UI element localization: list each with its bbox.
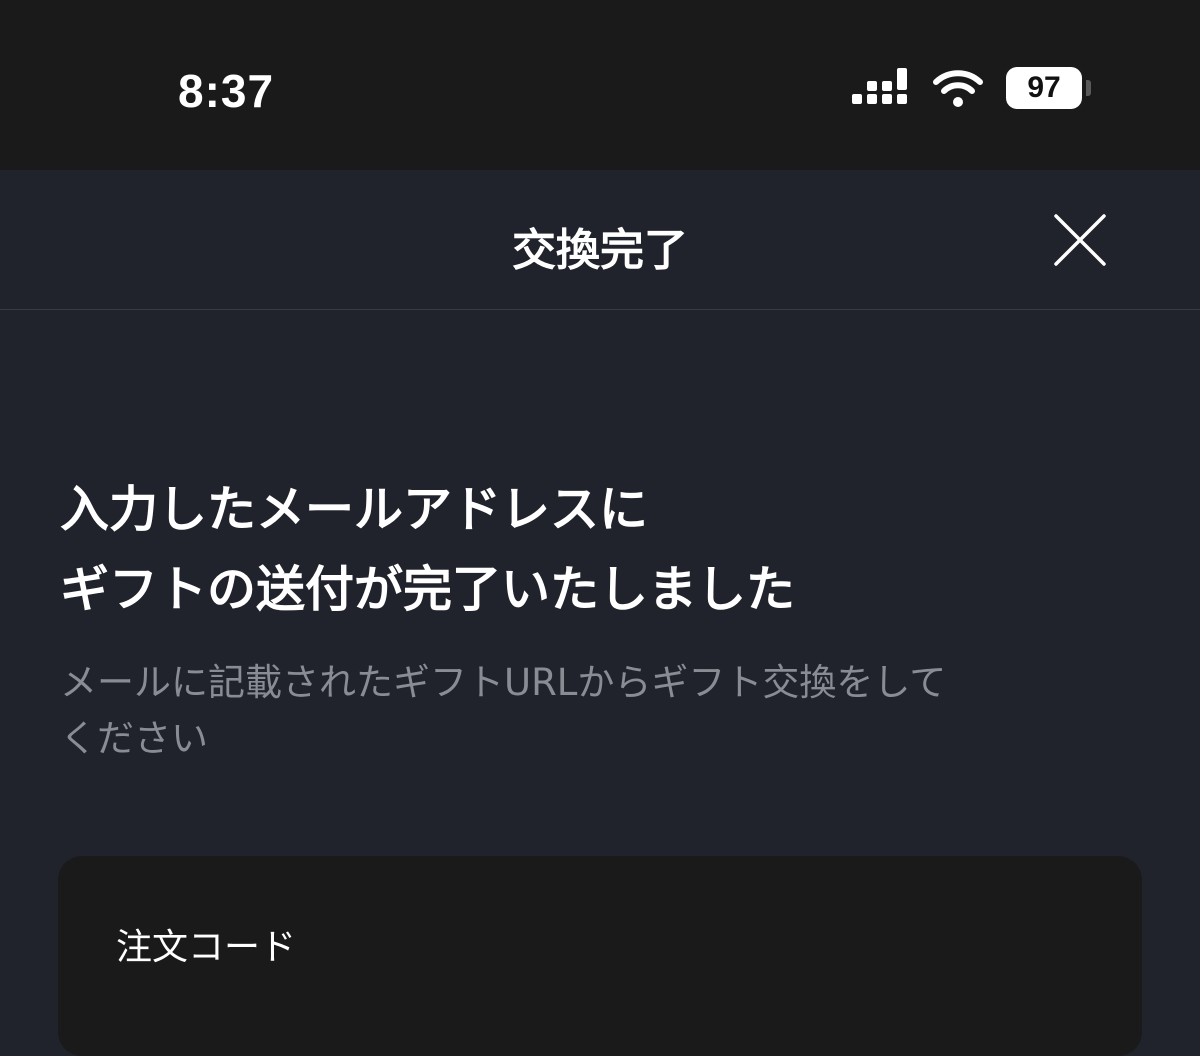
wifi-icon (933, 70, 983, 107)
close-icon (1054, 214, 1106, 266)
status-time: 8:37 (178, 65, 275, 117)
battery-icon: 97 (1006, 67, 1082, 109)
headline-line-2: ギフトの送付が完了いたしました (60, 561, 796, 618)
status-bar: 8:37 97 (0, 0, 1200, 170)
status-icons: 97 (850, 66, 1091, 110)
cellular-signal-icon (852, 68, 907, 104)
battery-level: 97 (1027, 71, 1061, 104)
headline-line-1: 入力したメールアドレスに (60, 481, 649, 538)
page-title: 交換完了 (512, 225, 688, 276)
order-info-card: 注文コード (58, 856, 1142, 1056)
subtext-line-1: メールに記載されたギフトURLからギフト交換をして (60, 661, 947, 704)
subtext-line-2: ください (60, 717, 208, 760)
nav-bar: 交換完了 (0, 170, 1200, 310)
order-code-label: 注文コード (116, 927, 297, 968)
close-button[interactable] (1050, 210, 1110, 270)
completion-subtext: メールに記載されたギフトURLからギフト交換をして ください (60, 655, 1150, 767)
completion-headline: 入力したメールアドレスに ギフトの送付が完了いたしました (60, 470, 1160, 630)
battery-nub (1086, 80, 1091, 96)
